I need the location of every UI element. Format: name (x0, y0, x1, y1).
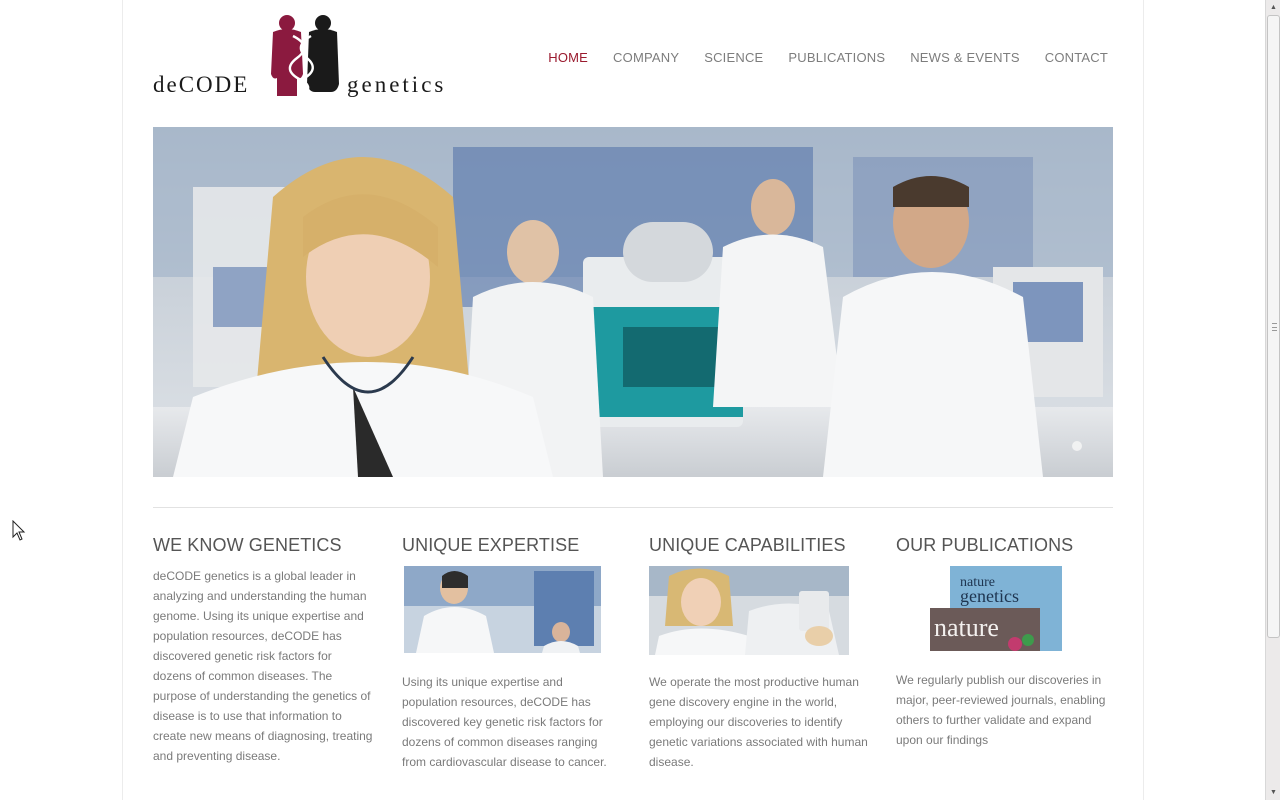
page-container: deCODE genetics HOME COMPANY SCIENCE PUB… (122, 0, 1144, 800)
logo-text-genetics: genetics (347, 72, 447, 97)
arrow-up-icon[interactable]: ▲ (1266, 0, 1280, 15)
capabilities-photo (649, 566, 849, 655)
scrollbar-thumb[interactable] (1267, 15, 1280, 638)
feature-text: We operate the most productive human gen… (649, 675, 868, 769)
feature-text: Using its unique expertise and populatio… (402, 675, 607, 769)
journal-name-line2: genetics (960, 586, 1019, 606)
feature-title: WE KNOW GENETICS (153, 535, 342, 555)
vertical-scrollbar[interactable]: ▲ ▼ (1265, 0, 1280, 800)
feature-we-know-genetics: WE KNOW GENETICS deCODE genetics is a gl… (153, 535, 373, 766)
feature-unique-capabilities: UNIQUE CAPABILITIES We operate the most … (649, 535, 869, 772)
publications-thumbnail[interactable]: nature genetics nature (920, 566, 1066, 651)
feature-text: We regularly publish our discoveries in … (896, 673, 1106, 747)
journal-name-line3: nature (934, 613, 999, 642)
nav-item-home[interactable]: HOME (548, 50, 588, 65)
feature-unique-expertise: UNIQUE EXPERTISE Using its unique expert… (402, 535, 617, 772)
expertise-thumbnail[interactable] (404, 566, 601, 653)
nav-item-company[interactable]: COMPANY (613, 50, 679, 65)
mouse-pointer-icon (12, 520, 26, 541)
logo-figures-icon (271, 15, 339, 96)
feature-our-publications: OUR PUBLICATIONS nature genetics nature … (896, 535, 1118, 750)
main-nav: HOME COMPANY SCIENCE PUBLICATIONS NEWS &… (548, 50, 1108, 65)
feature-title: UNIQUE CAPABILITIES (649, 535, 846, 555)
capabilities-thumbnail[interactable] (649, 566, 849, 655)
feature-text: deCODE genetics is a global leader in an… (153, 569, 373, 763)
feature-title: UNIQUE EXPERTISE (402, 535, 580, 555)
grip-icon (1272, 323, 1277, 331)
nav-item-science[interactable]: SCIENCE (704, 50, 763, 65)
hero-slider[interactable] (153, 127, 1113, 477)
arrow-down-icon[interactable]: ▼ (1266, 785, 1280, 800)
expertise-photo (404, 566, 601, 653)
section-divider (153, 507, 1113, 508)
logo[interactable]: deCODE genetics (153, 14, 455, 100)
nav-item-news-events[interactable]: NEWS & EVENTS (910, 50, 1020, 65)
nav-item-publications[interactable]: PUBLICATIONS (788, 50, 885, 65)
slider-dot[interactable] (1072, 441, 1082, 451)
hero-lab-photo (153, 127, 1113, 477)
browser-viewport: deCODE genetics HOME COMPANY SCIENCE PUB… (0, 0, 1265, 800)
feature-title: OUR PUBLICATIONS (896, 535, 1074, 555)
journal-covers-photo: nature genetics nature (920, 566, 1066, 651)
logo-text-decode: deCODE (153, 72, 250, 97)
nav-item-contact[interactable]: CONTACT (1045, 50, 1108, 65)
